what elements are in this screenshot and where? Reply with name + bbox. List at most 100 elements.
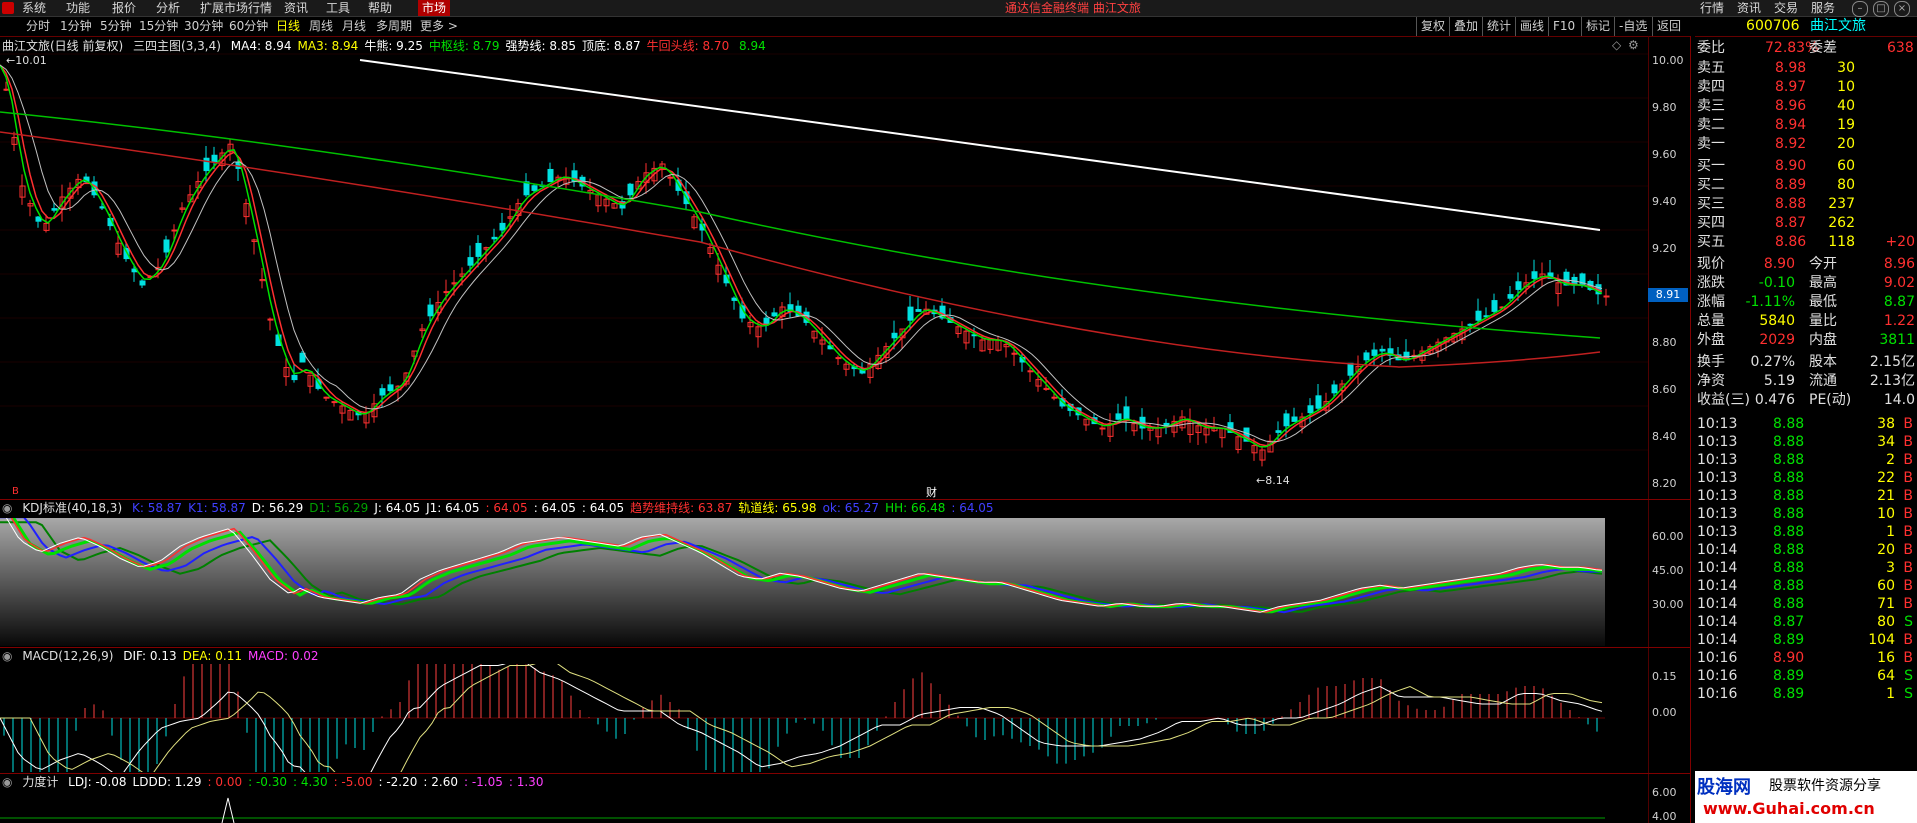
minimize-icon[interactable]: – — [1852, 1, 1868, 17]
period-1min[interactable]: 1分钟 — [60, 17, 92, 36]
toolbar-mark[interactable]: 标记 — [1581, 17, 1610, 36]
main-indicator-value: MA4: 8.94 — [230, 39, 292, 53]
toolbar-fuquan[interactable]: 复权 — [1416, 17, 1445, 36]
tick-side: B — [1903, 632, 1913, 648]
tick-volume: 60 — [1877, 578, 1895, 594]
weicha-label: 委差 — [1809, 40, 1837, 56]
tick-volume: 2 — [1886, 452, 1895, 468]
ask-label: 卖一 — [1697, 136, 1725, 152]
period-60min[interactable]: 60分钟 — [229, 17, 268, 36]
ask-row: 卖三 8.96 40 — [1695, 97, 1917, 116]
candle-body — [731, 297, 738, 301]
menu-system[interactable]: 系统 — [22, 0, 46, 16]
bull-bear-line — [359, 59, 1601, 231]
ask-row: 卖一 8.92 20 — [1695, 135, 1917, 154]
menu-market[interactable]: 市场 — [418, 0, 451, 16]
toolbar-f10[interactable]: F10 — [1548, 17, 1575, 36]
period-15min[interactable]: 15分钟 — [139, 17, 178, 36]
menu-function[interactable]: 功能 — [66, 0, 90, 16]
tick-side: S — [1904, 686, 1913, 702]
tick-side: B — [1903, 524, 1913, 540]
candle-body — [379, 388, 386, 396]
ldj-title[interactable]: 力度计 — [22, 775, 58, 789]
period-5min[interactable]: 5分钟 — [100, 17, 132, 36]
candle-body — [1291, 416, 1298, 422]
menu-tools[interactable]: 工具 — [326, 0, 350, 16]
weibi-label: 委比 — [1697, 40, 1725, 56]
kdj-title[interactable]: KDJ标准(40,18,3) — [22, 501, 122, 515]
period-daily[interactable]: 日线 — [276, 17, 300, 36]
candle-body — [1379, 348, 1386, 352]
ldj-axis-tick: 6.00 — [1652, 786, 1677, 799]
collapse-icon[interactable]: ◉ — [2, 775, 12, 789]
toolbar-back[interactable]: 返回 — [1652, 17, 1681, 36]
bid-price: 8.90 — [1775, 158, 1807, 174]
ldj-chart[interactable] — [0, 790, 1648, 823]
kdj-chart[interactable] — [0, 518, 1648, 646]
stat-row: 外盘 2029 内盘 3811 — [1695, 331, 1917, 350]
fund-label: 收益(三) — [1697, 392, 1750, 408]
maximize-icon[interactable]: □ — [1873, 1, 1889, 17]
toolbar-overlay[interactable]: 叠加 — [1449, 17, 1478, 36]
menu-help[interactable]: 帮助 — [368, 0, 392, 16]
candle-body — [1051, 396, 1058, 399]
stat-row: 现价 8.90 今开 8.96 — [1695, 255, 1917, 274]
fund-value: 14.0 — [1883, 392, 1915, 408]
period-more[interactable]: 更多 > — [420, 17, 458, 36]
tick-row: 10:14 8.88 3 B — [1695, 559, 1917, 578]
stat-value: 8.87 — [1883, 294, 1915, 310]
period-multi[interactable]: 多周期 — [376, 17, 412, 36]
bid-volume: 60 — [1837, 158, 1855, 174]
main-indicator-name[interactable]: 三四主图(3,3,4) — [133, 39, 221, 53]
tick-price: 8.89 — [1773, 632, 1805, 648]
tick-volume: 64 — [1877, 668, 1895, 684]
candle-body — [323, 396, 330, 399]
menu-news[interactable]: 资讯 — [284, 0, 308, 16]
macd-header: ◉ MACD(12,26,9) DIF: 0.13 DEA: 0.11 MACD: … — [2, 648, 331, 664]
app-logo-icon — [2, 2, 14, 14]
stat-value: 5840 — [1759, 313, 1795, 329]
tick-time: 10:16 — [1697, 650, 1738, 666]
menu-right-quote[interactable]: 行情 — [1700, 0, 1724, 16]
tick-side: B — [1903, 596, 1913, 612]
candle-body — [771, 312, 778, 317]
menu-right-service[interactable]: 服务 — [1811, 0, 1835, 16]
chart-settings-icon[interactable]: ⚙ — [1628, 38, 1639, 52]
macd-title[interactable]: MACD(12,26,9) — [22, 649, 113, 663]
stat-label: 现价 — [1697, 256, 1725, 272]
menu-quote[interactable]: 报价 — [112, 0, 136, 16]
price-chart[interactable] — [0, 52, 1648, 498]
bid-row: 买一 8.90 60 — [1695, 157, 1917, 176]
toolbar-draw[interactable]: 画线 — [1515, 17, 1544, 36]
buy-marker: B — [12, 486, 19, 497]
close-icon[interactable]: × — [1894, 1, 1910, 17]
bid-label: 买四 — [1697, 215, 1725, 231]
kdj-background — [0, 518, 1605, 646]
candle-body — [1475, 310, 1482, 321]
kdj-value: ok: 65.27 — [822, 501, 880, 515]
toolbar-watchlist[interactable]: -自选 — [1614, 17, 1647, 36]
menu-analysis[interactable]: 分析 — [156, 0, 180, 16]
period-weekly[interactable]: 周线 — [309, 17, 333, 36]
candle-body — [1315, 395, 1322, 409]
candle-body — [907, 306, 914, 321]
menu-right-news[interactable]: 资讯 — [1737, 0, 1761, 16]
menu-extended-market[interactable]: 扩展市场行情 — [200, 0, 272, 16]
candle-body — [547, 168, 554, 183]
period-fenshi[interactable]: 分时 — [26, 17, 50, 36]
menu-right-trade[interactable]: 交易 — [1774, 0, 1798, 16]
toolbar-stats[interactable]: 统计 — [1482, 17, 1511, 36]
collapse-icon[interactable]: ◉ — [2, 649, 12, 663]
tick-price: 8.88 — [1773, 542, 1805, 558]
current-price-tag: 8.91 — [1648, 288, 1688, 302]
macd-chart[interactable] — [0, 664, 1648, 772]
chart-option-icon[interactable]: ◇ — [1612, 38, 1621, 52]
collapse-icon[interactable]: ◉ — [2, 501, 12, 515]
period-monthly[interactable]: 月线 — [342, 17, 366, 36]
candle-body — [467, 257, 474, 266]
tick-row: 10:16 8.89 64 S — [1695, 667, 1917, 686]
period-30min[interactable]: 30分钟 — [184, 17, 223, 36]
tick-side: B — [1903, 542, 1913, 558]
tick-price: 8.89 — [1773, 686, 1805, 702]
tick-side: B — [1903, 452, 1913, 468]
